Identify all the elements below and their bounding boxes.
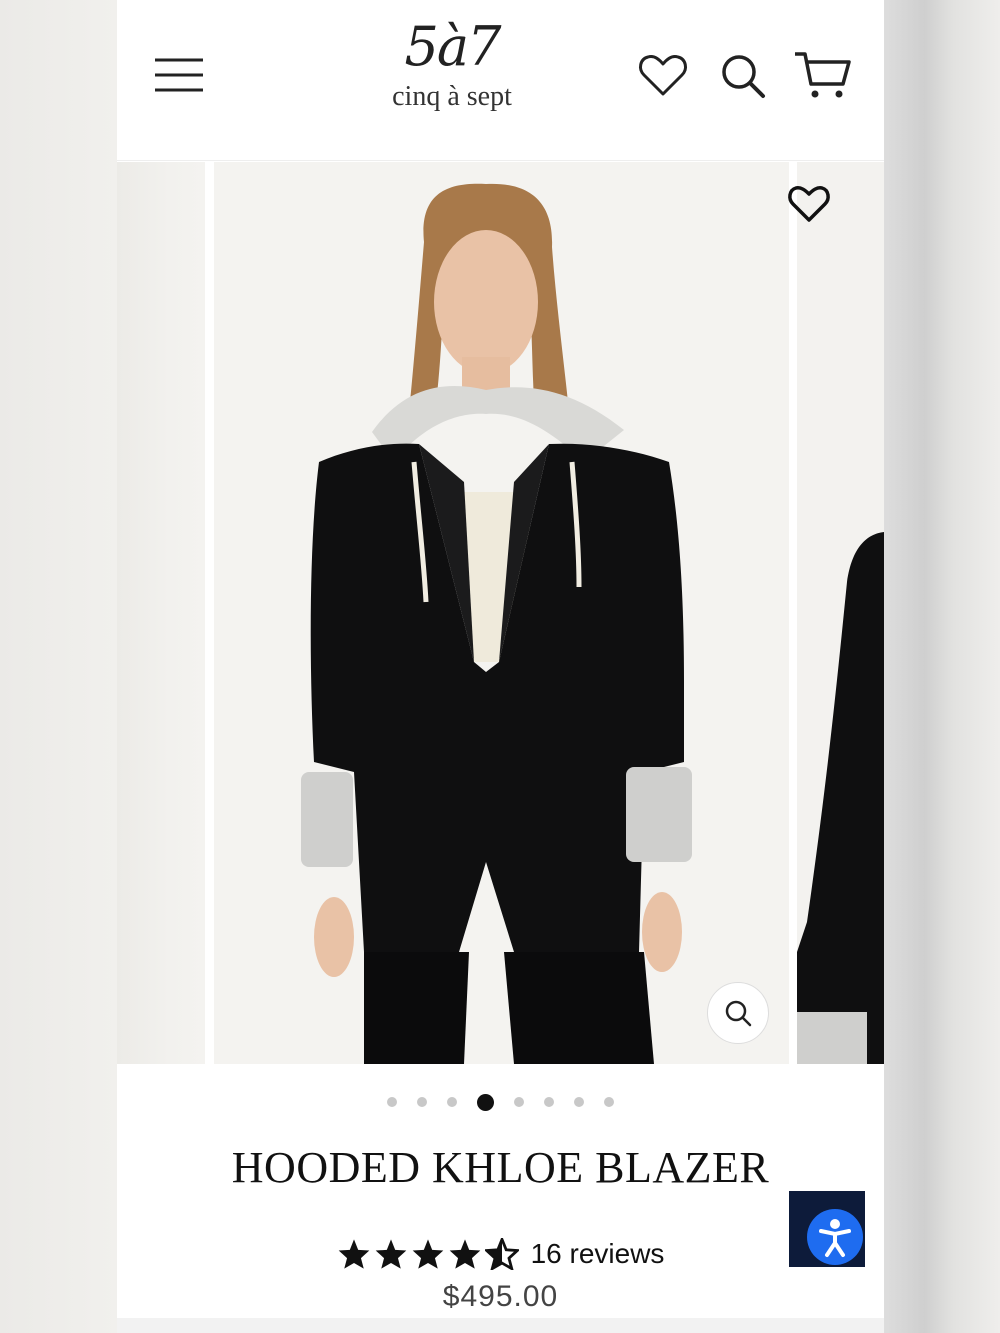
pagination-dot[interactable] (574, 1097, 584, 1107)
gallery-pagination (117, 1092, 884, 1112)
star-icon (375, 1239, 406, 1269)
gallery-slide-next[interactable] (797, 162, 884, 1064)
star-icon (412, 1239, 443, 1269)
brand-logo[interactable]: 5à7 cinq à sept (367, 14, 537, 134)
half-star-icon (484, 1238, 519, 1270)
zoom-button[interactable] (707, 982, 769, 1044)
bottom-bar (117, 1318, 884, 1333)
logo-subtitle: cinq à sept (392, 81, 512, 112)
product-page: 5à7 cinq à sept HOODED KHLOE BLAZER 16 r… (117, 0, 884, 1333)
backdrop-left (0, 0, 117, 1333)
accessibility-button[interactable] (789, 1191, 865, 1267)
wishlist-button[interactable] (637, 50, 689, 102)
product-title: HOODED KHLOE BLAZER (231, 1143, 770, 1192)
add-to-wishlist-button[interactable] (787, 184, 831, 224)
accessibility-icon (819, 1219, 851, 1257)
product-price: $495.00 (442, 1280, 559, 1313)
product-rating: 16 reviews (117, 1238, 884, 1270)
pagination-dot[interactable] (387, 1097, 397, 1107)
next-slide-photo (797, 162, 884, 1064)
backdrop-right (884, 0, 1000, 1333)
star-rating (337, 1238, 519, 1270)
cart-button[interactable] (793, 50, 851, 102)
zoom-icon (725, 1000, 752, 1027)
site-header: 5à7 cinq à sept (117, 0, 884, 161)
star-icon (449, 1239, 480, 1269)
search-icon (722, 55, 765, 98)
product-gallery[interactable] (117, 162, 884, 1064)
cart-icon (795, 52, 851, 98)
menu-icon (155, 58, 203, 92)
pagination-dot[interactable] (604, 1097, 614, 1107)
reviews-link[interactable]: 16 reviews (531, 1238, 665, 1270)
logo-mark: 5à7 (404, 15, 502, 78)
search-button[interactable] (717, 50, 769, 102)
gallery-slide-current[interactable] (214, 162, 789, 1064)
heart-icon (639, 55, 687, 96)
pagination-dot[interactable] (417, 1097, 427, 1107)
pagination-dot[interactable] (514, 1097, 524, 1107)
pagination-dot[interactable] (447, 1097, 457, 1107)
pagination-dot[interactable] (544, 1097, 554, 1107)
pagination-dot-active[interactable] (477, 1093, 494, 1111)
accessibility-badge (807, 1209, 863, 1265)
menu-button[interactable] (155, 56, 203, 96)
gallery-slide-previous[interactable] (117, 162, 205, 1064)
heart-icon (788, 186, 830, 222)
star-icon (338, 1239, 369, 1269)
product-photo (214, 162, 789, 1064)
